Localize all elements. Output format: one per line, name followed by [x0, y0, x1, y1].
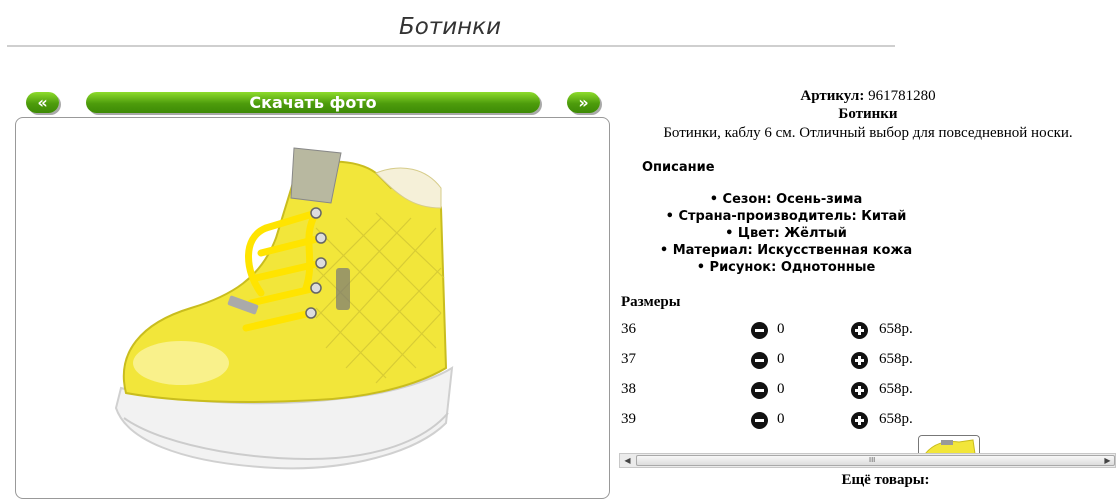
product-info: Артикул: 961781280 Ботинки Ботинки, кабл…	[618, 87, 1118, 142]
sizes-heading: Размеры	[621, 294, 681, 310]
sku-value: 961781280	[868, 88, 936, 104]
plus-circle-icon[interactable]	[851, 322, 868, 339]
description-heading: Описание	[642, 160, 715, 175]
property-pattern: • Рисунок: Однотонные	[696, 260, 876, 275]
size-row: 37 0 658р.	[621, 351, 921, 371]
shoe-image	[114, 147, 454, 470]
title-divider	[7, 45, 895, 47]
scrollbar-grip: III	[869, 456, 876, 464]
quantity-value: 0	[777, 381, 785, 397]
minus-circle-icon[interactable]	[751, 412, 768, 429]
sku-label: Артикул:	[800, 88, 865, 104]
plus-circle-icon[interactable]	[851, 382, 868, 399]
property-season: • Сезон: Осень-зима	[709, 192, 863, 207]
price-value: 658р.	[879, 351, 913, 367]
product-short-description: Ботинки, каблу 6 см. Отличный выбор для …	[663, 125, 1073, 141]
price-value: 658р.	[879, 321, 913, 337]
property-country: • Страна-производитель: Китай	[665, 209, 907, 224]
size-value: 37	[621, 351, 636, 367]
size-row: 36 0 658р.	[621, 321, 921, 341]
price-value: 658р.	[879, 411, 913, 427]
plus-circle-icon[interactable]	[851, 352, 868, 369]
plus-circle-icon[interactable]	[851, 412, 868, 429]
scroll-right-icon[interactable]: ▶	[1100, 454, 1115, 467]
size-value: 38	[621, 381, 636, 397]
size-value: 36	[621, 321, 636, 337]
minus-circle-icon[interactable]	[751, 382, 768, 399]
price-value: 658р.	[879, 381, 913, 397]
quantity-value: 0	[777, 351, 785, 367]
horizontal-scrollbar[interactable]: ◀ III ▶	[619, 453, 1116, 468]
scroll-left-icon[interactable]: ◀	[620, 454, 635, 467]
minus-circle-icon[interactable]	[751, 322, 768, 339]
property-material: • Материал: Искусственная кожа	[659, 243, 913, 258]
property-color: • Цвет: Жёлтый	[725, 226, 847, 241]
sku: Артикул: 961781280	[618, 88, 1118, 105]
prev-photo-button[interactable]: «	[26, 92, 59, 113]
minus-circle-icon[interactable]	[751, 352, 768, 369]
size-row: 39 0 658р.	[621, 411, 921, 431]
more-products-heading: Ещё товары:	[841, 472, 930, 488]
size-row: 38 0 658р.	[621, 381, 921, 401]
product-name: Ботинки	[838, 106, 898, 122]
scrollbar-thumb[interactable]: III	[636, 455, 1115, 466]
product-photo	[15, 117, 610, 499]
size-value: 39	[621, 411, 636, 427]
property-list: • Сезон: Осень-зима • Страна-производите…	[618, 191, 954, 276]
quantity-value: 0	[777, 411, 785, 427]
page-title: Ботинки	[398, 14, 502, 40]
quantity-value: 0	[777, 321, 785, 337]
next-photo-button[interactable]: »	[567, 92, 600, 113]
download-photo-button[interactable]: Скачать фото	[86, 92, 540, 113]
